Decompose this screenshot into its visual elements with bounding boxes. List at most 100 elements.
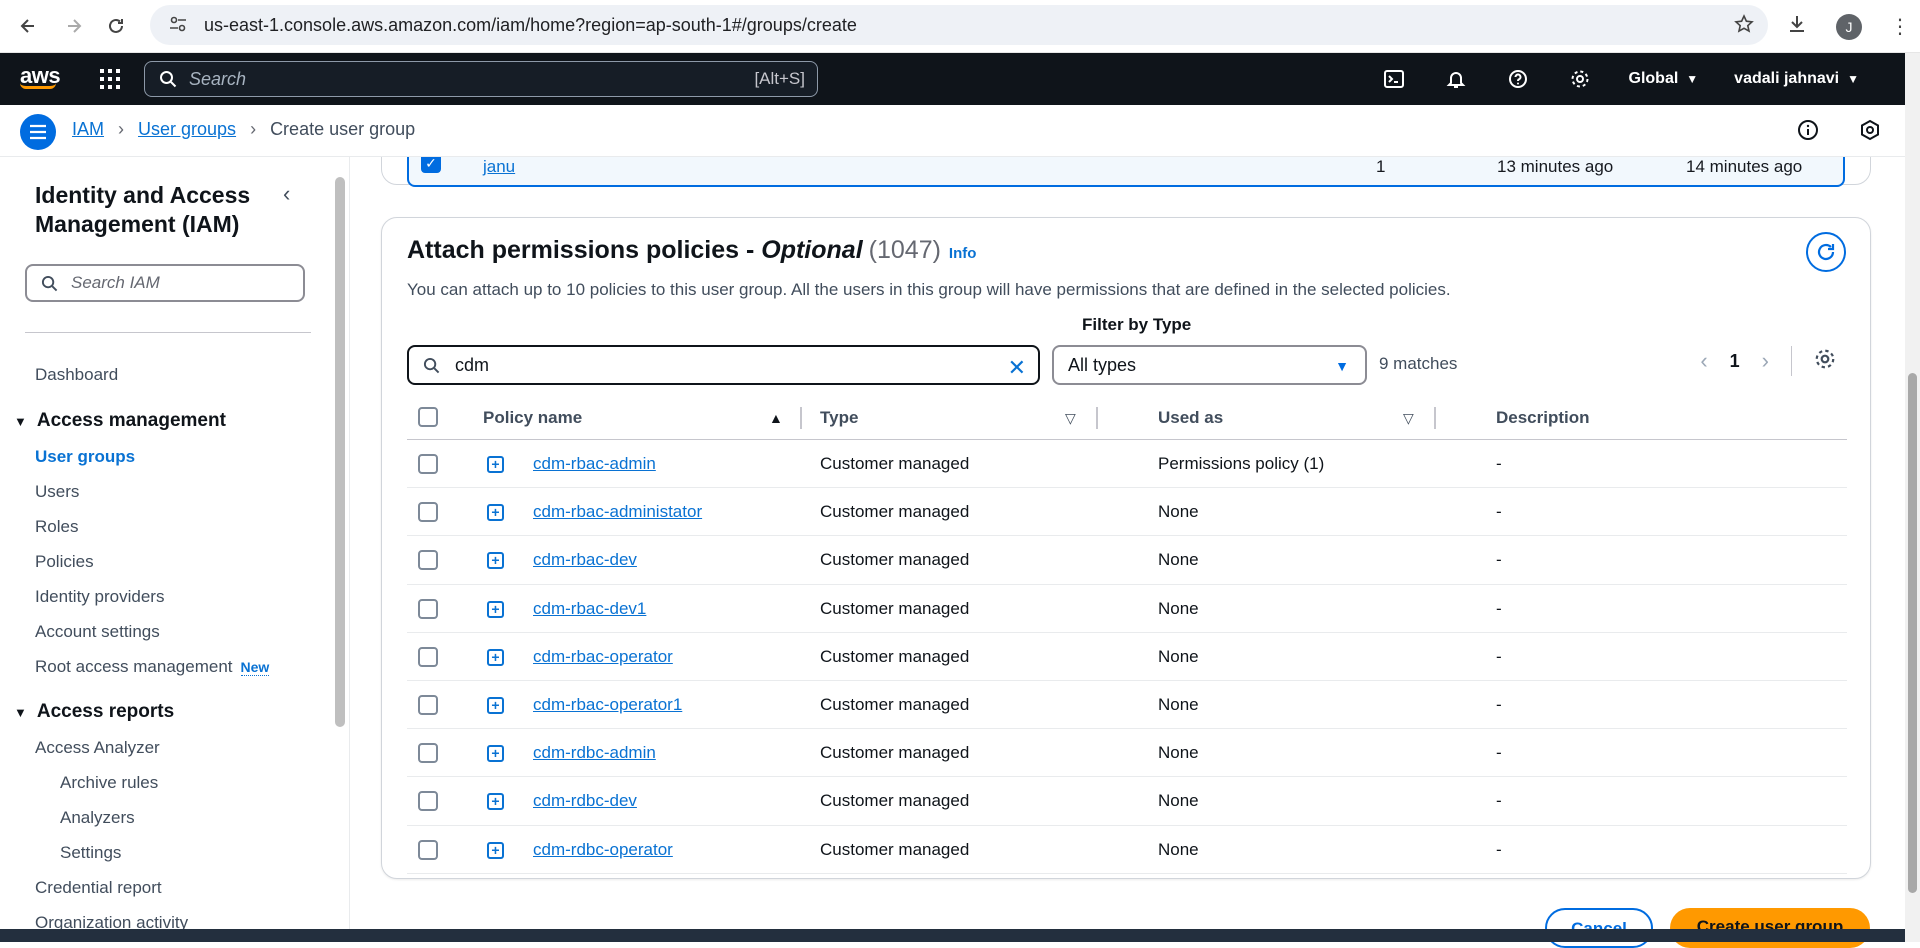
table-row[interactable]: + cdm-rbac-administator Customer managed No… [407, 488, 1847, 537]
policy-name-link[interactable]: cdm-rdbc-dev [533, 791, 637, 811]
aws-global-search[interactable]: Search [Alt+S] [144, 61, 818, 97]
col-policy-name[interactable]: Policy name [483, 408, 582, 428]
breadcrumb-iam[interactable]: IAM [72, 119, 104, 140]
bookmark-star-icon[interactable] [1734, 14, 1754, 39]
sidebar-item-account-settings[interactable]: Account settings [35, 622, 160, 642]
policy-name-link[interactable]: cdm-rdbc-operator [533, 840, 673, 860]
policy-name-link[interactable]: cdm-rbac-dev [533, 550, 637, 570]
user-name-link[interactable]: janu [483, 157, 515, 177]
notifications-bell-icon[interactable] [1425, 69, 1487, 89]
col-description[interactable]: Description [1496, 408, 1590, 428]
col-used-as[interactable]: Used as [1158, 408, 1223, 428]
cancel-button[interactable]: Cancel [1545, 908, 1653, 948]
notifications-panel-icon[interactable] [1859, 119, 1881, 146]
forward-icon[interactable] [54, 6, 94, 46]
policy-name-link[interactable]: cdm-rbac-admin [533, 454, 656, 474]
settings-gear-icon[interactable] [1549, 69, 1611, 89]
table-row[interactable]: + cdm-rdbc-admin Customer managed None - [407, 729, 1847, 778]
expand-row-icon[interactable]: + [487, 456, 504, 473]
checkbox-checked[interactable]: ✓ [421, 157, 441, 173]
hamburger-menu-icon[interactable] [20, 114, 56, 150]
sidebar-search-input[interactable]: Search IAM [25, 264, 305, 302]
back-icon[interactable] [8, 6, 48, 46]
table-row[interactable]: + cdm-rbac-dev1 Customer managed None - [407, 585, 1847, 633]
column-divider[interactable] [800, 407, 802, 429]
col-type[interactable]: Type [820, 408, 858, 428]
sidebar-item-credential-report[interactable]: Credential report [35, 878, 162, 898]
row-checkbox[interactable] [418, 694, 438, 715]
column-divider[interactable] [1096, 407, 1098, 429]
more-menu-icon[interactable]: ⋮ [1890, 14, 1910, 39]
expand-row-icon[interactable]: + [487, 745, 504, 763]
selected-user-row[interactable]: ✓ janu 1 13 minutes ago 14 minutes ago [407, 157, 1845, 187]
sidebar-item-settings[interactable]: Settings [60, 843, 121, 863]
sidebar-item-user-groups[interactable]: User groups [35, 447, 135, 467]
filter-type-select[interactable]: All types ▼ [1052, 345, 1367, 385]
refresh-button[interactable] [1806, 232, 1846, 272]
aws-logo[interactable]: aws [20, 63, 61, 89]
cloudshell-icon[interactable] [1363, 69, 1425, 89]
sidebar-section-access-reports[interactable]: ▼ Access reports [14, 701, 174, 723]
sort-ascending-icon[interactable]: ▲ [769, 410, 783, 426]
column-divider[interactable] [1434, 407, 1436, 429]
sort-icon[interactable]: ▽ [1403, 410, 1414, 427]
expand-row-icon[interactable]: + [487, 504, 504, 522]
sidebar-item-users[interactable]: Users [35, 482, 79, 502]
table-row[interactable]: + cdm-rbac-dev Customer managed None - [407, 536, 1847, 585]
prev-page-icon[interactable]: ‹ [1700, 348, 1707, 374]
sidebar-item-analyzers[interactable]: Analyzers [60, 808, 135, 828]
row-checkbox[interactable] [418, 646, 438, 667]
info-link[interactable]: Info [949, 245, 977, 262]
policy-name-link[interactable]: cdm-rbac-operator [533, 647, 673, 667]
expand-row-icon[interactable]: + [487, 600, 504, 618]
reload-icon[interactable] [96, 6, 136, 46]
download-icon[interactable] [1786, 13, 1808, 40]
table-row[interactable]: + cdm-rbac-admin Customer managed Permissio… [407, 440, 1847, 489]
create-user-group-button[interactable]: Create user group [1670, 908, 1870, 948]
sidebar-item-access-analyzer[interactable]: Access Analyzer [35, 738, 160, 758]
row-checkbox[interactable] [418, 743, 438, 764]
policy-name-link[interactable]: cdm-rbac-administator [533, 502, 702, 522]
policy-name-link[interactable]: cdm-rbac-dev1 [533, 599, 646, 619]
row-checkbox[interactable] [418, 791, 438, 812]
row-checkbox[interactable] [418, 598, 438, 619]
page-scrollbar[interactable] [1905, 53, 1920, 942]
table-row[interactable]: + cdm-rbac-operator1 Customer managed None - [407, 681, 1847, 730]
sort-icon[interactable]: ▽ [1065, 410, 1076, 427]
expand-row-icon[interactable]: + [487, 696, 504, 714]
table-row[interactable]: + cdm-rdbc-operator Customer managed None - [407, 826, 1847, 874]
page-scroll-thumb[interactable] [1908, 373, 1917, 893]
expand-row-icon[interactable]: + [487, 841, 504, 859]
site-info-icon[interactable] [168, 14, 190, 36]
sidebar-item-archive-rules[interactable]: Archive rules [60, 773, 158, 793]
policy-name-link[interactable]: cdm-rbac-operator1 [533, 695, 682, 715]
sidebar-item-roles[interactable]: Roles [35, 517, 78, 537]
region-selector[interactable]: Global ▼ [1611, 70, 1717, 88]
services-grid-icon[interactable] [100, 69, 120, 94]
expand-row-icon[interactable]: + [487, 793, 504, 811]
address-bar[interactable]: us-east-1.console.aws.amazon.com/iam/hom… [150, 5, 1768, 45]
sidebar-item-identity-providers[interactable]: Identity providers [35, 587, 164, 607]
row-checkbox[interactable] [418, 454, 438, 474]
table-row[interactable]: + cdm-rbac-operator Customer managed None - [407, 633, 1847, 681]
expand-row-icon[interactable]: + [487, 648, 504, 666]
policy-search-input[interactable]: cdm ✕ [407, 345, 1040, 385]
collapse-sidebar-icon[interactable]: ‹ [283, 181, 290, 207]
breadcrumb-user-groups[interactable]: User groups [138, 119, 236, 140]
account-menu[interactable]: vadali jahnavi ▼ [1716, 70, 1877, 88]
sidebar-item-organization-activity[interactable]: Organization activity [35, 913, 188, 929]
sidebar-item-root-access-management[interactable]: Root access management New [35, 657, 270, 677]
info-icon[interactable] [1797, 119, 1819, 146]
select-all-checkbox[interactable] [418, 407, 438, 427]
sidebar-section-access-management[interactable]: ▼ Access management [14, 410, 226, 432]
row-checkbox[interactable] [418, 839, 438, 860]
sidebar-scrollbar[interactable] [335, 157, 345, 929]
row-checkbox[interactable] [418, 502, 438, 523]
row-checkbox[interactable] [418, 550, 438, 571]
sidebar-scroll-thumb[interactable] [335, 177, 345, 727]
help-icon[interactable] [1487, 69, 1549, 89]
sidebar-item-dashboard[interactable]: Dashboard [35, 365, 118, 385]
next-page-icon[interactable]: › [1762, 348, 1769, 374]
expand-row-icon[interactable]: + [487, 552, 504, 570]
table-row[interactable]: + cdm-rdbc-dev Customer managed None - [407, 777, 1847, 826]
